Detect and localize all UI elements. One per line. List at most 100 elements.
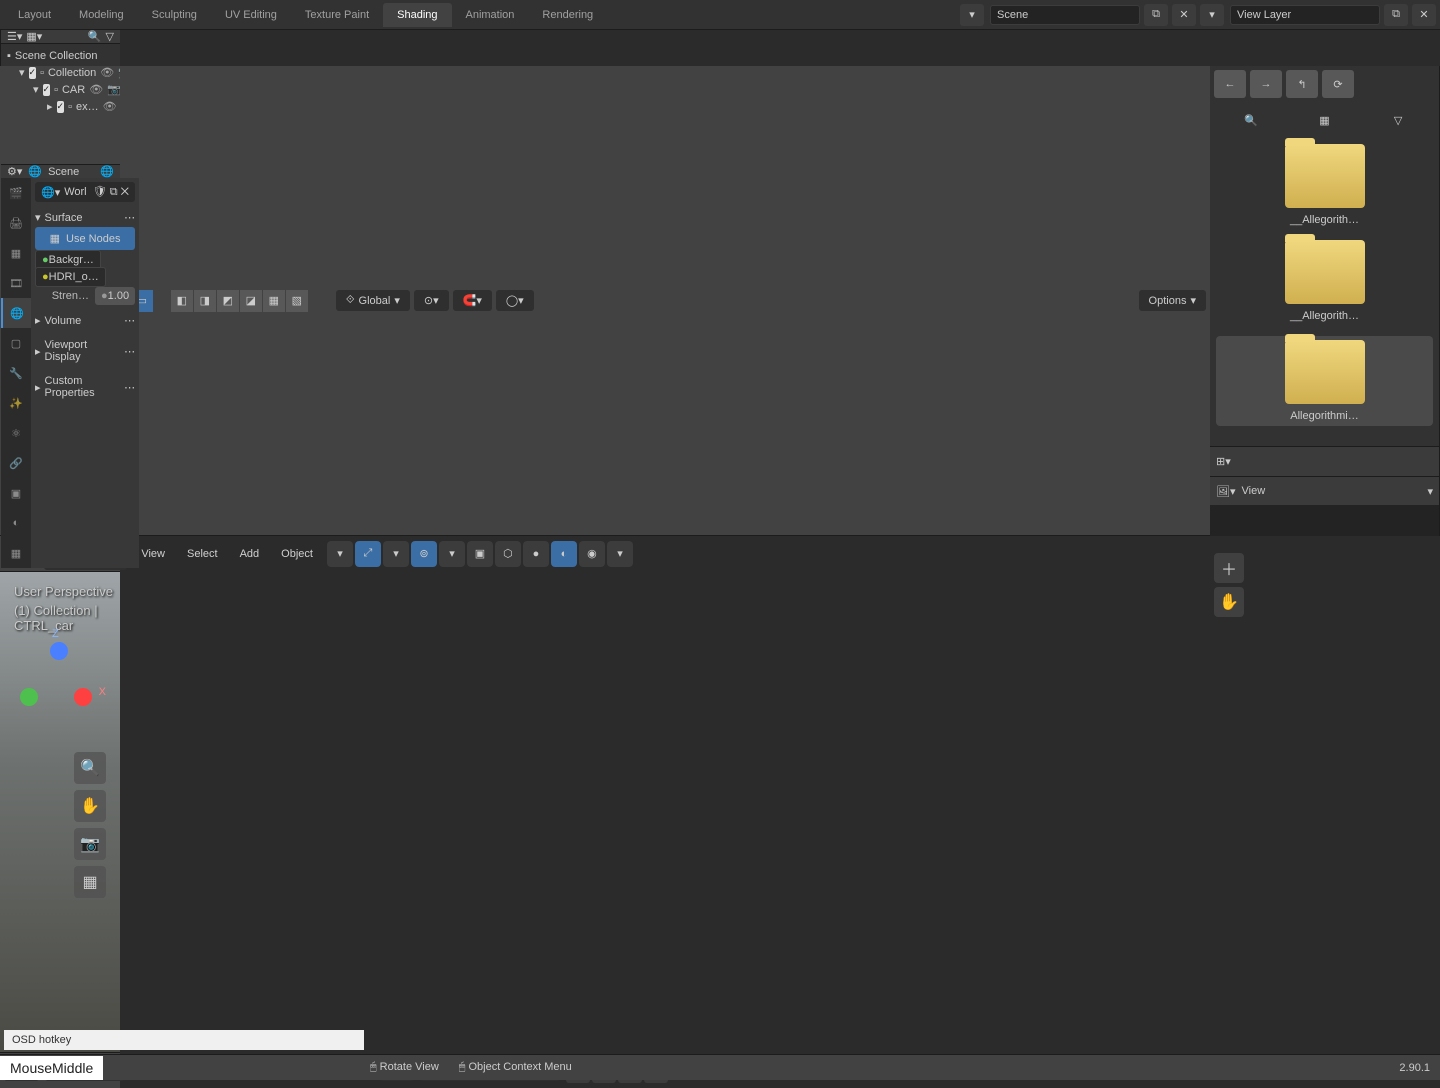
snap-dropdown[interactable]: 🧲▾	[453, 290, 492, 311]
color-slot[interactable]: ●HDRI_o…	[35, 267, 106, 287]
perspective-tool-icon[interactable]: ▦	[74, 866, 106, 898]
tab-scene-icon[interactable]: 🎞	[1, 268, 31, 298]
image-view-menu[interactable]: View	[1242, 485, 1266, 497]
render-icon[interactable]: 📷	[118, 66, 120, 79]
search-icon[interactable]: 🔍	[1237, 106, 1265, 134]
camera-tool-icon[interactable]: 📷	[74, 828, 106, 860]
outliner-collection[interactable]: ▾✓▫CAR👁📷	[5, 81, 116, 98]
tab-output-icon[interactable]: 🖨	[1, 208, 31, 238]
pivot-dropdown[interactable]: ⊙▾	[414, 290, 449, 311]
viewport-3d[interactable]: User Perspective (1) Collection | CTRL_c…	[0, 572, 120, 1052]
tab-object-icon[interactable]: ▢	[1, 328, 31, 358]
viewportdisplay-panel-header[interactable]: ▸Viewport Display⋯	[35, 336, 135, 366]
outliner-filter-icon[interactable]: ▽	[106, 30, 114, 43]
xray-icon[interactable]: ▣	[467, 541, 493, 567]
workspace-animation[interactable]: Animation	[452, 3, 529, 27]
orientation-dropdown[interactable]: ⟐Global▾	[336, 290, 410, 311]
shading-solid-icon[interactable]: ●	[523, 541, 549, 567]
view-dropdown-icon[interactable]: ▾	[327, 541, 353, 567]
render-icon[interactable]: 📷	[107, 83, 120, 96]
workspace-modeling[interactable]: Modeling	[65, 3, 138, 27]
folder-item[interactable]: __Allegorith…	[1216, 144, 1433, 226]
display-dropdown[interactable]: ⊞▾	[1216, 455, 1231, 468]
vp-add-menu[interactable]: Add	[232, 544, 268, 564]
nav-back-icon[interactable]: ←	[1214, 70, 1246, 98]
shading-wire-icon[interactable]: ⬡	[495, 541, 521, 567]
outliner-search-icon[interactable]: 🔍	[88, 30, 102, 43]
viewlayer-new-icon[interactable]: ⧉	[1384, 4, 1408, 26]
viewlayer-del-icon[interactable]: ✕	[1412, 4, 1436, 26]
image-panel: 🖼▾ View ▾ ＋ ✋	[1210, 476, 1439, 536]
outliner-display-icon[interactable]: ▦▾	[26, 30, 42, 43]
grid-icon[interactable]: ▦	[1310, 106, 1338, 134]
shading-rendered-icon[interactable]: ◉	[579, 541, 605, 567]
volume-panel-header[interactable]: ▸Volume⋯	[35, 311, 135, 330]
vp-view-menu[interactable]: View	[133, 544, 173, 564]
properties-editor: 🎬 🖨 ▦ 🎞 🌐 ▢ 🔧 ✨ ⚛ 🔗 ▣ ◐ ▦ 🌐▾Worl🛡 ⧉ ✕ ▾S…	[1, 178, 120, 568]
gizmo-toggle-icon[interactable]: ⤢	[355, 541, 381, 567]
world-refresh-icon[interactable]: 🌐	[100, 165, 114, 178]
use-nodes-button[interactable]: ▦Use Nodes	[35, 227, 135, 250]
viewlayer-selector[interactable]: View Layer	[1230, 5, 1380, 25]
filter-icon[interactable]: ▽	[1384, 106, 1412, 134]
navigation-gizmo[interactable]: Z X	[16, 642, 96, 722]
nav-up-icon[interactable]: ↰	[1286, 70, 1318, 98]
workspace-sculpting[interactable]: Sculpting	[138, 3, 211, 27]
folder-item[interactable]: __Allegorith…	[1216, 240, 1433, 322]
workspace-layout[interactable]: Layout	[4, 3, 65, 27]
pan-icon[interactable]: ✋	[1214, 587, 1244, 617]
eye-icon[interactable]: 👁	[89, 83, 103, 96]
tab-world-icon[interactable]: 🌐	[1, 298, 31, 328]
image-editor-icon[interactable]: 🖼▾	[1216, 485, 1236, 498]
vp-object-menu[interactable]: Object	[273, 544, 321, 564]
nav-fwd-icon[interactable]: →	[1250, 70, 1282, 98]
select-mode-group[interactable]: ◧◨◩◪▦▧	[171, 290, 308, 312]
tab-texture-icon[interactable]: ▦	[1, 538, 31, 568]
scene-icon[interactable]: ▾	[960, 4, 984, 26]
scene-selector[interactable]: Scene	[990, 5, 1140, 25]
tab-particles-icon[interactable]: ✨	[1, 388, 31, 418]
zoom-tool-icon[interactable]: 🔍	[74, 752, 106, 784]
shading-settings-icon[interactable]: ▾	[607, 541, 633, 567]
tab-modifier-icon[interactable]: 🔧	[1, 358, 31, 388]
propedit-dropdown[interactable]: ◯▾	[496, 290, 534, 311]
tab-constraints-icon[interactable]: 🔗	[1, 448, 31, 478]
tab-viewlayer-icon[interactable]: ▦	[1, 238, 31, 268]
scene-new-icon[interactable]: ⧉	[1144, 4, 1168, 26]
eye-icon[interactable]: 👁	[103, 100, 117, 113]
strength-field[interactable]: ●1.00	[95, 287, 135, 305]
gizmo-settings-icon[interactable]: ▾	[383, 541, 409, 567]
tab-render-icon[interactable]: 🎬	[1, 178, 31, 208]
outliner[interactable]: ▪Scene Collection ▾✓▫Collection👁📷 ▾✓▫CAR…	[1, 44, 120, 164]
workspace-shading[interactable]: Shading	[383, 3, 451, 27]
outliner-collection[interactable]: ▾✓▫Collection👁📷	[5, 64, 116, 81]
status-rotate: 🖱 Rotate View	[370, 1061, 439, 1074]
nav-refresh-icon[interactable]: ⟳	[1322, 70, 1354, 98]
workspace-rendering[interactable]: Rendering	[528, 3, 607, 27]
folder-item[interactable]: Allegorithmi…	[1216, 336, 1433, 426]
tab-material-icon[interactable]: ◐	[1, 508, 31, 538]
workspace-texturepaint[interactable]: Texture Paint	[291, 3, 383, 27]
zoom-icon[interactable]: ＋	[1214, 553, 1244, 583]
scene-pin-icon[interactable]: 🌐	[28, 165, 42, 178]
overlays-settings-icon[interactable]: ▾	[439, 541, 465, 567]
overlays-toggle-icon[interactable]: ⊚	[411, 541, 437, 567]
scene-crumb[interactable]: Scene	[48, 166, 79, 178]
world-breadcrumb[interactable]: 🌐▾Worl🛡 ⧉ ✕	[35, 182, 135, 202]
editortype-outliner[interactable]: ☰▾	[7, 30, 22, 43]
eye-icon[interactable]: 👁	[100, 66, 114, 79]
editortype-props[interactable]: ⚙▾	[7, 165, 22, 178]
viewlayer-icon[interactable]: ▾	[1200, 4, 1224, 26]
surface-panel-header[interactable]: ▾Surface⋯	[35, 208, 135, 227]
options-menu[interactable]: Options ▾	[1139, 290, 1206, 311]
scene-del-icon[interactable]: ✕	[1172, 4, 1196, 26]
vp-select-menu[interactable]: Select	[179, 544, 226, 564]
outliner-collection[interactable]: ▸✓▫ex…👁📷	[5, 98, 116, 115]
workspace-uvediting[interactable]: UV Editing	[211, 3, 291, 27]
shading-matprev-icon[interactable]: ◐	[551, 541, 577, 567]
customprops-panel-header[interactable]: ▸Custom Properties⋯	[35, 372, 135, 402]
tab-physics-icon[interactable]: ⚛	[1, 418, 31, 448]
outliner-root[interactable]: ▪Scene Collection	[5, 48, 116, 64]
pan-tool-icon[interactable]: ✋	[74, 790, 106, 822]
tab-data-icon[interactable]: ▣	[1, 478, 31, 508]
